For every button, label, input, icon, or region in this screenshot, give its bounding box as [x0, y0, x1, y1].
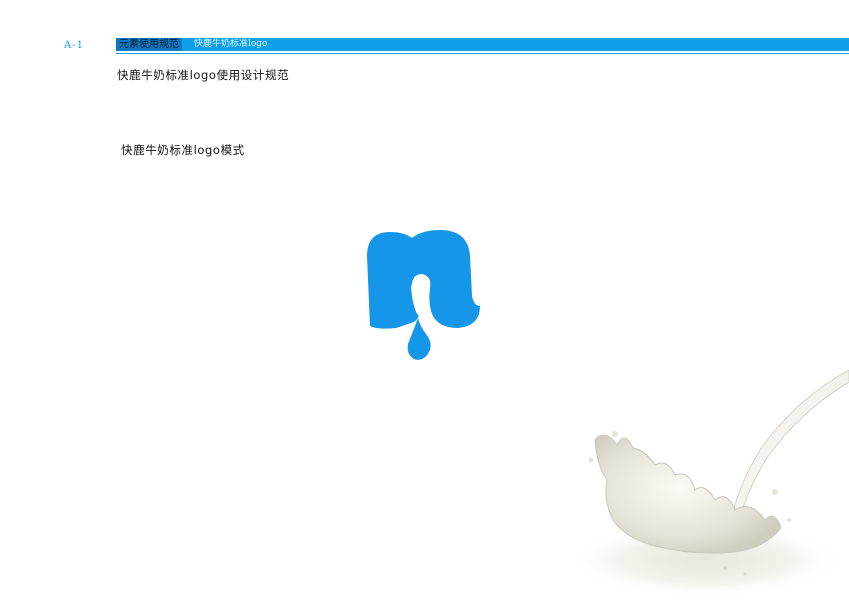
document-title: 快鹿牛奶标准logo使用设计规范	[117, 68, 290, 82]
brand-logo-icon	[367, 230, 480, 360]
logo-mode-title: 快鹿牛奶标准logo模式	[121, 143, 245, 157]
subsection-label: 快鹿牛奶标准logo	[194, 39, 268, 49]
page-code: A-1	[64, 40, 84, 51]
header-divider	[116, 53, 849, 54]
section-label: 元素使用规范	[116, 38, 182, 51]
milk-splash-image	[565, 370, 849, 598]
